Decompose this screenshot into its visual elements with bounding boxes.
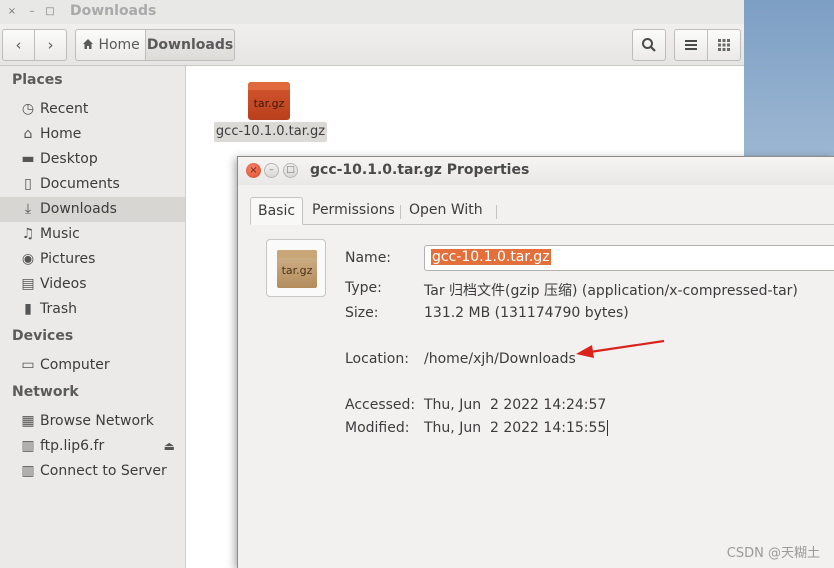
- sidebar-item-ftp-lip6[interactable]: ▥ ftp.lip6.fr ⏏: [0, 434, 185, 459]
- sidebar-item-label: Downloads: [40, 201, 117, 217]
- name-label: Name:: [345, 250, 392, 266]
- file-icon-label: tar.gz: [253, 97, 285, 110]
- modified-label: Modified:: [345, 420, 410, 436]
- sidebar-item-label: Pictures: [40, 251, 96, 267]
- home-icon: [83, 39, 93, 49]
- computer-icon: ▭: [21, 357, 35, 373]
- sidebar-item-downloads[interactable]: ⤓ Downloads: [0, 197, 185, 222]
- clock-icon: ◷: [21, 101, 35, 117]
- breadcrumb-home-label: Home: [98, 37, 140, 53]
- tab-basic[interactable]: Basic: [250, 197, 304, 225]
- close-window-button[interactable]: ×: [5, 5, 19, 19]
- sidebar-item-videos[interactable]: ▤ Videos: [0, 272, 185, 297]
- sidebar-item-label: Home: [40, 126, 82, 142]
- tab-separator: [496, 205, 497, 219]
- window-title: Downloads: [70, 3, 157, 19]
- toolbar: ‹ › Home Downloads: [0, 24, 744, 66]
- server-icon: ▥: [21, 463, 35, 479]
- close-dialog-button[interactable]: ×: [246, 163, 261, 178]
- sidebar-item-home[interactable]: ⌂ Home: [0, 122, 185, 147]
- folder-icon: ▬: [21, 151, 35, 167]
- download-icon: ⤓: [24, 201, 32, 217]
- music-icon: ♫: [21, 226, 35, 242]
- chevron-right-icon: ›: [47, 36, 54, 54]
- sidebar-item-label: ftp.lip6.fr: [40, 438, 105, 454]
- chevron-left-icon: ‹: [15, 36, 22, 54]
- tab-bar: Basic Permissions Open With: [250, 197, 834, 225]
- type-label: Type:: [345, 280, 382, 296]
- sidebar-item-music[interactable]: ♫ Music: [0, 222, 185, 247]
- sidebar-item-label: Computer: [40, 357, 110, 373]
- sidebar-item-label: Connect to Server: [40, 463, 167, 479]
- location-value: /home/xjh/Downloads: [424, 351, 576, 367]
- sidebar-item-trash[interactable]: ▮ Trash: [0, 297, 185, 322]
- sidebar-heading-devices: Devices: [12, 328, 74, 344]
- home-icon: ⌂: [23, 126, 33, 142]
- sidebar-item-label: Music: [40, 226, 80, 242]
- sidebar-heading-network: Network: [12, 384, 79, 400]
- trash-icon: ▮: [24, 301, 32, 317]
- grid-view-icon: [718, 39, 730, 51]
- back-button[interactable]: ‹: [2, 29, 35, 61]
- search-icon: [642, 38, 656, 52]
- sidebar-item-label: Desktop: [40, 151, 98, 167]
- sidebar-item-label: Browse Network: [40, 413, 154, 429]
- dialog-title: gcc-10.1.0.tar.gz Properties: [310, 162, 530, 178]
- size-value: 131.2 MB (131174790 bytes): [424, 305, 629, 321]
- search-button[interactable]: [632, 29, 666, 61]
- sidebar-item-connect-to-server[interactable]: ▥ Connect to Server: [0, 459, 185, 484]
- list-view-button[interactable]: [674, 29, 708, 61]
- archive-file-icon: tar.gz: [248, 82, 290, 120]
- server-icon: ▥: [21, 438, 35, 454]
- name-input-value: gcc-10.1.0.tar.gz: [431, 249, 551, 265]
- camera-icon: ◉: [21, 251, 35, 267]
- breadcrumb-home[interactable]: Home: [75, 29, 146, 61]
- sidebar-heading-places: Places: [12, 72, 63, 88]
- archive-icon-label: tar.gz: [281, 264, 313, 277]
- maximize-window-button[interactable]: □: [43, 5, 57, 19]
- sidebar-item-computer[interactable]: ▭ Computer: [0, 353, 185, 378]
- tab-separator: [400, 205, 401, 219]
- sidebar-item-browse-network[interactable]: ▦ Browse Network: [0, 409, 185, 434]
- sidebar-item-desktop[interactable]: ▬ Desktop: [0, 147, 185, 172]
- sidebar-item-label: Documents: [40, 176, 120, 192]
- breadcrumb-downloads[interactable]: Downloads: [145, 29, 235, 61]
- location-label: Location:: [345, 351, 409, 367]
- sidebar-item-recent[interactable]: ◷ Recent: [0, 97, 185, 122]
- type-value: Tar 归档文件(gzip 压缩) (application/x-compres…: [424, 283, 798, 299]
- sidebar-item-label: Recent: [40, 101, 89, 117]
- modified-value: Thu, Jun 2 2022 14:15:55: [424, 420, 609, 436]
- tab-open-with[interactable]: Open With: [402, 197, 490, 225]
- list-view-icon: [685, 40, 697, 50]
- accessed-value: Thu, Jun 2 2022 14:24:57: [424, 397, 607, 413]
- name-input[interactable]: gcc-10.1.0.tar.gz: [424, 245, 834, 271]
- forward-button[interactable]: ›: [34, 29, 67, 61]
- sidebar-item-pictures[interactable]: ◉ Pictures: [0, 247, 185, 272]
- minimize-window-button[interactable]: –: [25, 5, 39, 19]
- grid-view-button[interactable]: [707, 29, 741, 61]
- file-name: gcc-10.1.0.tar.gz: [214, 122, 327, 142]
- film-icon: ▤: [21, 276, 35, 292]
- sidebar: Places ◷ Recent ⌂ Home ▬ Desktop ▯ Docum…: [0, 66, 186, 568]
- maximize-dialog-button[interactable]: □: [283, 163, 298, 178]
- watermark: CSDN @天糊土: [726, 546, 820, 561]
- document-icon: ▯: [24, 176, 32, 192]
- dialog-titlebar: × – □ gcc-10.1.0.tar.gz Properties: [238, 157, 834, 185]
- tab-permissions[interactable]: Permissions: [305, 197, 402, 225]
- size-label: Size:: [345, 305, 379, 321]
- sidebar-item-label: Videos: [40, 276, 87, 292]
- accessed-label: Accessed:: [345, 397, 416, 413]
- annotation-arrow-icon: [576, 339, 665, 358]
- properties-dialog: × – □ gcc-10.1.0.tar.gz Properties Basic…: [237, 156, 834, 568]
- sidebar-item-label: Trash: [40, 301, 77, 317]
- breadcrumb-downloads-label: Downloads: [146, 37, 234, 53]
- file-type-icon: tar.gz: [266, 239, 326, 297]
- minimize-dialog-button[interactable]: –: [264, 163, 279, 178]
- archive-icon: tar.gz: [277, 250, 317, 288]
- sidebar-item-documents[interactable]: ▯ Documents: [0, 172, 185, 197]
- network-icon: ▦: [21, 413, 35, 429]
- window-titlebar: × – □ Downloads: [0, 0, 744, 24]
- eject-icon[interactable]: ⏏: [164, 434, 175, 459]
